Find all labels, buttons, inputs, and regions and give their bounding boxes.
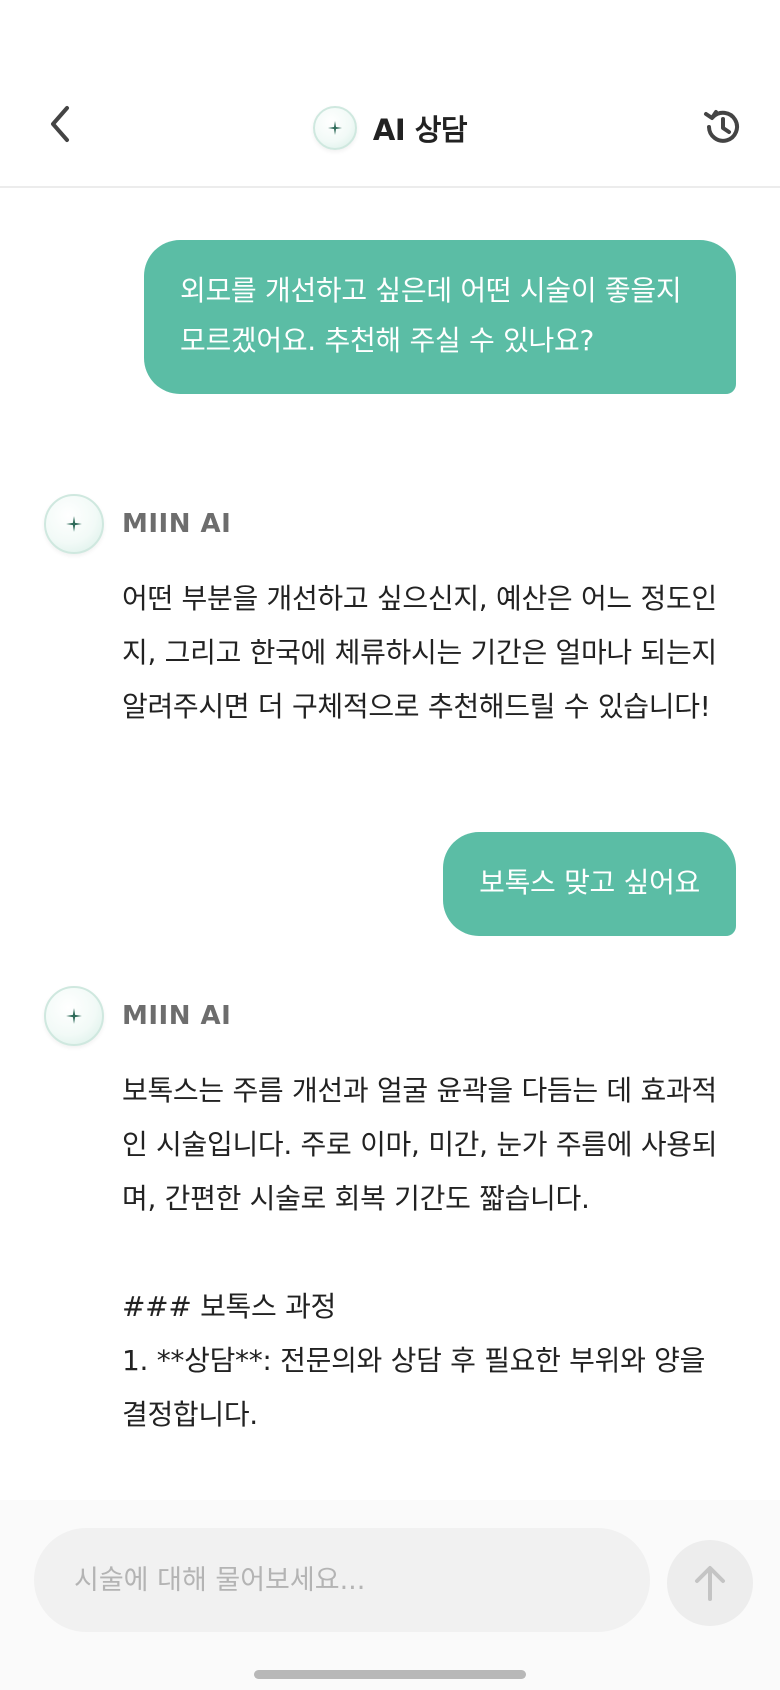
message-input[interactable]	[34, 1528, 650, 1632]
sender-name: MIIN AI	[122, 509, 232, 539]
arrow-up-icon	[695, 1566, 725, 1601]
message-text: 보톡스 맞고 싶어요	[479, 866, 700, 899]
assistant-message: 어떤 부분을 개선하고 싶으신지, 예산은 어느 정도인지, 그리고 한국에 체…	[122, 582, 726, 723]
chat-thread[interactable]: 외모를 개선하고 싶은데 어떤 시술이 좋을지 모르겠어요. 추천해 주실 수 …	[0, 188, 780, 1500]
sender-name: MIIN AI	[122, 1001, 232, 1031]
message-composer	[0, 1500, 780, 1690]
assistant-header: MIIN AI	[44, 986, 231, 1046]
page-title: AI 상담	[372, 113, 468, 147]
assistant-header: MIIN AI	[44, 494, 231, 554]
sparkle-icon	[66, 516, 82, 532]
sparkle-icon	[66, 1008, 82, 1024]
user-message: 외모를 개선하고 싶은데 어떤 시술이 좋을지 모르겠어요. 추천해 주실 수 …	[144, 240, 736, 394]
sparkle-icon	[327, 121, 342, 135]
ai-avatar	[312, 106, 357, 150]
user-message: 보톡스 맞고 싶어요	[443, 832, 736, 936]
message-text: 외모를 개선하고 싶은데 어떤 시술이 좋을지 모르겠어요. 추천해 주실 수 …	[180, 274, 682, 357]
home-indicator	[254, 1670, 526, 1679]
header-title-group: AI 상담	[0, 100, 780, 156]
history-clock-icon	[704, 110, 739, 143]
send-button[interactable]	[667, 1540, 753, 1626]
history-button[interactable]	[698, 102, 748, 152]
top-app-bar: AI 상담	[0, 0, 780, 188]
assistant-message: 보톡스는 주름 개선과 얼굴 윤곽을 다듬는 데 효과적인 시술입니다. 주로 …	[122, 1074, 718, 1431]
ai-avatar	[44, 986, 104, 1046]
ai-avatar	[44, 494, 104, 554]
